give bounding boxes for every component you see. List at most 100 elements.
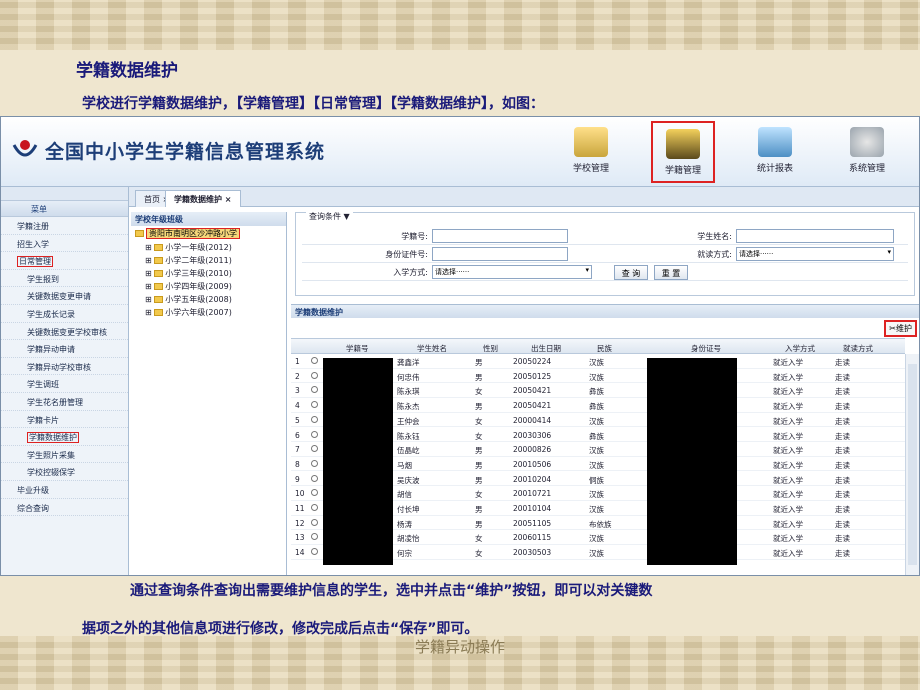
row-radio[interactable]	[311, 357, 318, 364]
col-id-no[interactable]: 身份证号	[691, 343, 721, 354]
cell-sex: 男	[475, 460, 483, 470]
col-name[interactable]: 学生姓名	[417, 343, 447, 354]
tree-root[interactable]: 贵阳市南明区沙冲路小学	[131, 226, 286, 241]
cell-dob: 20010104	[513, 504, 552, 513]
left-menu-item[interactable]: 学籍数据维护	[1, 428, 128, 446]
top-nav-records[interactable]: 学籍管理	[651, 121, 715, 183]
top-nav-settings[interactable]: 系统管理	[835, 121, 899, 183]
expand-icon[interactable]: ⊞	[145, 256, 152, 265]
left-menu-item[interactable]: 关键数据变更申请	[1, 287, 128, 305]
maintain-button[interactable]: ✂维护	[884, 320, 917, 337]
tree-node[interactable]: ⊞ 小学四年级(2009)	[131, 280, 286, 293]
row-radio[interactable]	[311, 386, 318, 394]
row-radio[interactable]	[311, 474, 318, 482]
left-menu-item[interactable]: 学生照片采集	[1, 446, 128, 464]
left-menu-item[interactable]: 学生花名册管理	[1, 393, 128, 411]
left-menu-item[interactable]: 学生成长记录	[1, 305, 128, 323]
cell-n: 7	[295, 445, 300, 455]
tree-title: 学校年级班级	[131, 212, 286, 226]
expand-icon[interactable]: ⊞	[145, 269, 152, 278]
cell-n: 11	[295, 504, 305, 513]
maintain-button-label: 维护	[896, 324, 912, 333]
col-study-mode[interactable]: 就读方式	[843, 343, 873, 354]
tree-node[interactable]: ⊞ 小学六年级(2007)	[131, 306, 286, 319]
tree-node[interactable]: ⊞ 小学五年级(2008)	[131, 293, 286, 306]
row-radio[interactable]	[311, 401, 318, 409]
scrollbar-thumb[interactable]	[908, 364, 917, 565]
cell-dob: 20050421	[513, 386, 552, 396]
reset-button[interactable]: 重 置	[654, 265, 688, 280]
expand-icon[interactable]: ⊞	[145, 243, 152, 252]
row-radio[interactable]	[311, 445, 318, 453]
cell-name: 陈永琪	[397, 387, 420, 397]
enroll-mode-value: 请选择······	[435, 268, 470, 276]
cell-n: 13	[295, 533, 305, 543]
cell-dob: 20030503	[513, 548, 552, 558]
left-menu-item[interactable]: 日常管理	[1, 252, 128, 270]
row-radio[interactable]	[311, 518, 318, 526]
cell-nation: 汉族	[589, 490, 604, 500]
study-mode-select[interactable]: 请选择······ ▾	[736, 247, 894, 261]
tree-node[interactable]: ⊞ 小学二年级(2011)	[131, 254, 286, 267]
cell-name: 马烟	[397, 460, 412, 470]
query-legend[interactable]: 查询条件 ▼	[306, 211, 353, 222]
left-menu-item[interactable]: 综合查询	[1, 499, 128, 517]
top-nav-stats[interactable]: 统计报表	[743, 121, 807, 183]
top-nav-school[interactable]: 学校管理	[559, 121, 623, 183]
left-menu-item[interactable]: 学校控辍保学	[1, 463, 128, 481]
row-radio[interactable]	[311, 415, 318, 423]
left-menu-item-label: 学生报到	[27, 274, 59, 284]
row-radio[interactable]	[311, 459, 318, 467]
left-menu-collapse-bar[interactable]	[1, 187, 128, 201]
tree-node[interactable]: ⊞ 小学三年级(2010)	[131, 267, 286, 280]
left-menu-item[interactable]: 毕业升级	[1, 481, 128, 499]
vertical-scrollbar[interactable]	[905, 354, 919, 575]
student-no-input[interactable]	[432, 229, 568, 243]
cell-sex: 男	[475, 446, 483, 456]
left-menu-item[interactable]: 招生入学	[1, 235, 128, 253]
cell-n: 5	[295, 415, 300, 425]
id-no-input[interactable]	[432, 247, 568, 261]
row-radio[interactable]	[311, 371, 318, 379]
cell-name: 何宗	[397, 549, 412, 559]
row-radio[interactable]	[311, 489, 318, 497]
left-menu-item[interactable]: 学籍异动学校审核	[1, 358, 128, 376]
cell-enroll: 就近入学	[773, 372, 803, 382]
left-menu-item-label: 学籍注册	[17, 222, 49, 231]
col-student-no[interactable]: 学籍号	[346, 343, 369, 354]
row-radio[interactable]	[311, 533, 318, 541]
row-radio[interactable]	[311, 430, 318, 438]
tab-records-maintenance[interactable]: 学籍数据维护 ×	[165, 190, 241, 207]
cell-dob: 20000826	[513, 445, 552, 455]
left-menu-item[interactable]: 学籍注册	[1, 217, 128, 235]
col-dob[interactable]: 出生日期	[531, 343, 561, 354]
top-nav-label: 学校管理	[572, 164, 609, 174]
tree-node[interactable]: ⊞ 小学一年级(2012)	[131, 241, 286, 254]
left-menu-item[interactable]: 学生报到	[1, 270, 128, 288]
cell-enroll: 就近入学	[773, 534, 803, 544]
class-tree: 学校年级班级 贵阳市南明区沙冲路小学 ⊞ 小学一年级(2012) ⊞ 小学二年级(…	[131, 212, 287, 575]
cell-nation: 汉族	[589, 549, 604, 559]
left-menu-item[interactable]: 学籍卡片	[1, 411, 128, 429]
col-sex[interactable]: 性别	[483, 343, 498, 354]
enroll-mode-select[interactable]: 请选择······ ▾	[432, 265, 592, 279]
expand-icon[interactable]: ⊞	[145, 308, 152, 317]
cell-mode: 走读	[835, 446, 850, 456]
student-name-input[interactable]	[736, 229, 894, 243]
row-radio[interactable]	[311, 548, 318, 556]
cell-name: 龚鑫洋	[397, 358, 420, 367]
col-nation[interactable]: 民族	[597, 343, 612, 354]
cell-dob: 20010506	[513, 459, 552, 469]
left-menu-item[interactable]: 关键数据变更学校审核	[1, 323, 128, 341]
cell-sex: 女	[475, 431, 483, 441]
top-nav-label: 系统管理	[848, 164, 885, 174]
cell-enroll: 就近入学	[773, 460, 803, 470]
query-button[interactable]: 查 询	[614, 265, 648, 280]
left-menu-item[interactable]: 学生调班	[1, 375, 128, 393]
row-radio[interactable]	[311, 504, 318, 511]
col-enroll[interactable]: 入学方式	[785, 343, 815, 354]
expand-icon[interactable]: ⊞	[145, 282, 152, 291]
expand-icon[interactable]: ⊞	[145, 295, 152, 304]
left-menu-item[interactable]: 学籍异动申请	[1, 340, 128, 358]
tree-node-label: 小学五年级(2008)	[165, 295, 232, 304]
